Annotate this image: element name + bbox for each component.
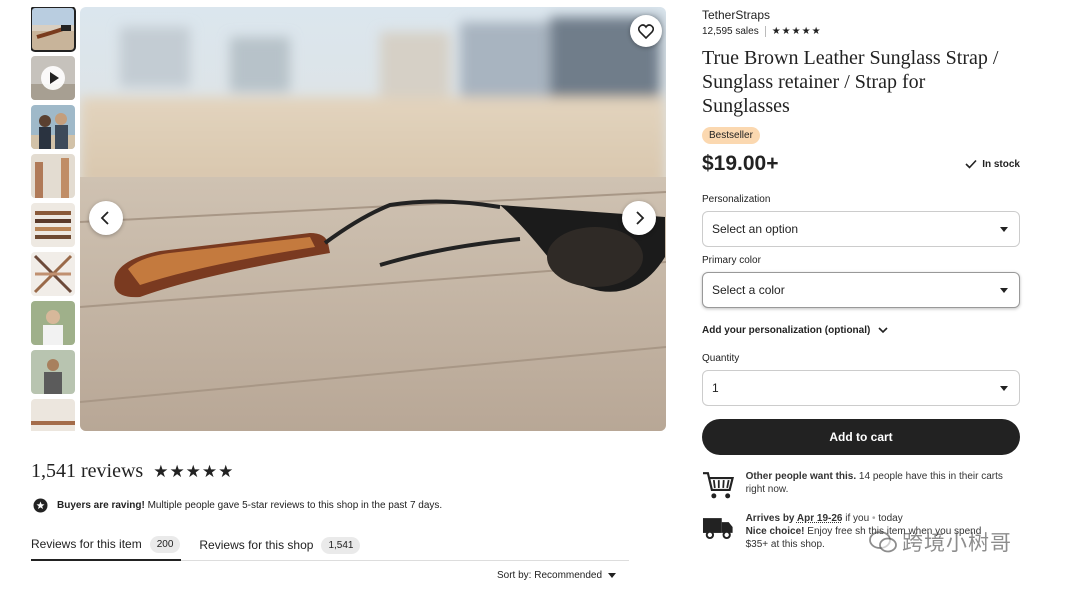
heart-icon xyxy=(638,23,654,39)
thumbnail-4[interactable] xyxy=(31,154,75,198)
product-title: True Brown Leather Sunglass Strap / Sung… xyxy=(702,47,999,117)
tab-label: Reviews for this item xyxy=(31,537,142,551)
arrives-tail: today xyxy=(875,513,903,524)
color-label: Primary color xyxy=(702,255,761,266)
reviews-stars: ★★★★★ xyxy=(153,461,235,482)
color-value: Select a color xyxy=(712,283,785,297)
product-details: TetherStraps 12,595 sales ★★★★★ True Bro… xyxy=(702,8,1022,551)
tab-reviews-item[interactable]: Reviews for this item 200 xyxy=(31,531,182,561)
thumbnail-strip xyxy=(31,7,76,431)
caret-down-icon xyxy=(1000,287,1008,293)
chevron-down-icon xyxy=(878,327,888,334)
stock-text: In stock xyxy=(982,158,1020,170)
watermark-text: 跨境小树哥 xyxy=(902,532,1012,555)
reviews-count: 1,541 reviews xyxy=(31,460,144,482)
stock-status: In stock xyxy=(965,159,1020,170)
play-icon xyxy=(41,66,65,90)
quantity-label: Quantity xyxy=(702,353,740,364)
arrives-text: if you xyxy=(842,513,870,524)
wechat-icon xyxy=(869,531,897,553)
shop-name-link[interactable]: TetherStraps xyxy=(702,8,1022,22)
bestseller-badge: Bestseller xyxy=(702,127,760,144)
quantity-value: 1 xyxy=(712,381,719,395)
tab-count: 200 xyxy=(149,535,181,553)
thumbnail-8[interactable] xyxy=(31,350,75,394)
next-image-button[interactable] xyxy=(622,201,656,235)
divider xyxy=(764,26,766,37)
caret-down-icon xyxy=(608,573,617,578)
thumbnail-video[interactable] xyxy=(31,56,75,100)
watermark: 跨境小树哥 xyxy=(868,527,1012,557)
arrives-bold: Arrives by xyxy=(745,513,797,524)
thumbnail-5[interactable] xyxy=(31,203,75,247)
color-select[interactable]: Select a color xyxy=(702,272,1020,308)
caret-down-icon xyxy=(1000,385,1008,391)
raving-bold: Buyers are raving! xyxy=(57,500,145,511)
buyers-raving-note: Buyers are raving! Multiple people gave … xyxy=(33,498,442,513)
threshold-text: $35+ at this shop. xyxy=(745,539,825,550)
previous-image-button[interactable] xyxy=(89,201,123,235)
personalization-label: Personalization xyxy=(702,194,771,205)
personalization-value: Select an option xyxy=(712,222,799,236)
thumbnail-9[interactable] xyxy=(31,399,75,431)
nice-text: Enjoy free sh xyxy=(804,526,866,537)
sort-label: Sort by: Recommended xyxy=(497,570,603,581)
thumbnail-6[interactable] xyxy=(31,252,75,296)
shop-sales-row: 12,595 sales ★★★★★ xyxy=(702,26,1022,37)
add-to-cart-button[interactable]: Add to cart xyxy=(702,419,1020,455)
tab-label: Reviews for this shop xyxy=(199,538,314,552)
thumbnail-3[interactable] xyxy=(31,105,75,149)
demand-bold: Other people want this. xyxy=(745,471,857,482)
thumbnail-1[interactable] xyxy=(31,7,76,52)
arrives-date[interactable]: Apr 19-26 xyxy=(797,513,843,524)
product-price: $19.00+ xyxy=(702,152,779,175)
price-row: $19.00+ In stock xyxy=(702,152,1020,176)
add-personalization-toggle[interactable]: Add your personalization (optional) xyxy=(702,325,1022,336)
chevron-right-icon xyxy=(636,211,645,225)
reviews-heading: 1,541 reviews ★★★★★ xyxy=(31,460,234,483)
check-icon xyxy=(965,159,977,169)
quantity-select[interactable]: 1 xyxy=(702,370,1020,406)
add-personalization-label: Add your personalization (optional) xyxy=(702,325,871,336)
shopping-cart-icon xyxy=(702,472,734,499)
personalization-select[interactable]: Select an option xyxy=(702,211,1020,247)
raving-text: Multiple people gave 5-star reviews to t… xyxy=(144,500,443,511)
tab-count: 1,541 xyxy=(321,536,361,554)
shop-rating-stars: ★★★★★ xyxy=(771,26,822,37)
demand-note: Other people want this. 14 people have t… xyxy=(702,470,1022,500)
favorite-button[interactable] xyxy=(630,15,662,47)
tab-reviews-shop[interactable]: Reviews for this shop 1,541 xyxy=(199,531,361,561)
sort-dropdown[interactable]: Sort by: Recommended xyxy=(497,570,617,581)
chevron-left-icon xyxy=(100,211,109,225)
nice-bold: Nice choice! xyxy=(745,526,805,537)
thumbnail-7[interactable] xyxy=(31,301,75,345)
reviews-tabs: Reviews for this item 200 Reviews for th… xyxy=(31,531,629,561)
main-product-image xyxy=(80,7,666,431)
delivery-truck-icon xyxy=(702,518,733,540)
sales-count: 12,595 sales xyxy=(702,26,759,37)
star-badge-icon xyxy=(33,498,48,513)
caret-down-icon xyxy=(1000,226,1008,232)
